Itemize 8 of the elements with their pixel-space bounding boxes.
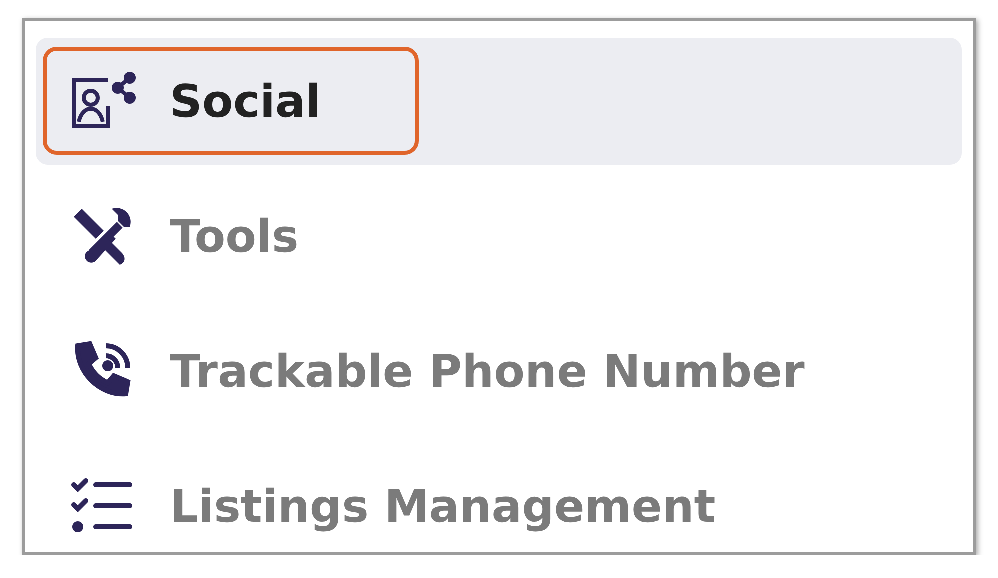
menu-item[interactable]: Tools — [36, 173, 962, 300]
menu-item[interactable]: Social — [36, 38, 962, 165]
menu-label: Tools — [170, 210, 299, 263]
menu-item[interactable]: Listings Management — [36, 443, 962, 552]
menu-label: Listings Management — [170, 480, 716, 533]
menu-label: Trackable Phone Number — [170, 345, 805, 398]
menu-label: Social — [170, 75, 322, 128]
menu-item[interactable]: Trackable Phone Number — [36, 308, 962, 435]
